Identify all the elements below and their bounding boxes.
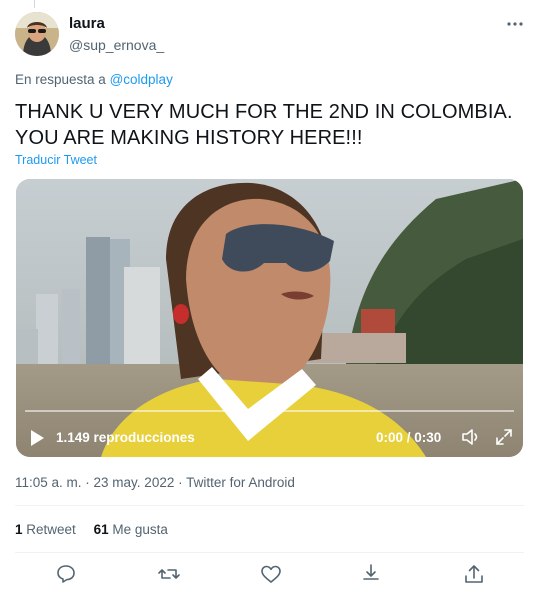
divider	[15, 505, 524, 506]
tweet: laura @sup_ernova_ En respuesta a @coldp…	[0, 0, 539, 596]
retweet-label: Retweet	[26, 522, 76, 537]
divider	[15, 552, 524, 553]
avatar[interactable]	[15, 12, 59, 56]
video-player[interactable]: 1.149 reproducciones 0:00 / 0:30	[16, 179, 523, 457]
tweet-text-line: YOU ARE MAKING HISTORY HERE!!!	[15, 127, 363, 149]
like-icon[interactable]	[259, 562, 283, 586]
translate-tweet-link[interactable]: Traducir Tweet	[15, 153, 97, 167]
like-count-link[interactable]: 61 Me gusta	[94, 522, 168, 537]
share-icon[interactable]	[462, 562, 486, 586]
play-icon[interactable]	[29, 429, 45, 447]
reply-icon[interactable]	[54, 562, 78, 586]
view-count: 1.149 reproducciones	[56, 430, 195, 445]
author-name[interactable]: laura	[69, 15, 105, 32]
reply-prefix: En respuesta a	[15, 72, 106, 87]
expand-icon[interactable]	[494, 427, 514, 447]
retweet-count-link[interactable]: 1 Retweet	[15, 522, 76, 537]
like-label: Me gusta	[112, 522, 168, 537]
author-handle[interactable]: @sup_ernova_	[69, 37, 164, 53]
video-progress-bar[interactable]	[25, 410, 514, 412]
like-count: 61	[93, 522, 109, 537]
tweet-metadata[interactable]: 11:05 a. m. · 23 may. 2022 · Twitter for…	[15, 475, 295, 490]
retweet-icon[interactable]	[157, 562, 181, 586]
reply-context: En respuesta a @coldplay	[15, 72, 173, 87]
thread-line	[34, 0, 35, 8]
video-controls: 1.149 reproducciones 0:00 / 0:30	[16, 179, 523, 457]
video-time: 0:00 / 0:30	[376, 430, 442, 445]
tweet-text-line: THANK U VERY MUCH FOR THE 2ND IN COLOMBI…	[15, 101, 513, 123]
more-icon[interactable]	[503, 14, 527, 34]
reply-mention-link[interactable]: @coldplay	[110, 72, 173, 87]
volume-icon[interactable]	[461, 427, 483, 447]
tweet-text: THANK U VERY MUCH FOR THE 2ND IN COLOMBI…	[15, 99, 525, 151]
engagement-stats: 1 Retweet 61 Me gusta	[15, 522, 182, 537]
retweet-count: 1	[15, 522, 23, 537]
bookmark-icon[interactable]	[359, 562, 383, 586]
